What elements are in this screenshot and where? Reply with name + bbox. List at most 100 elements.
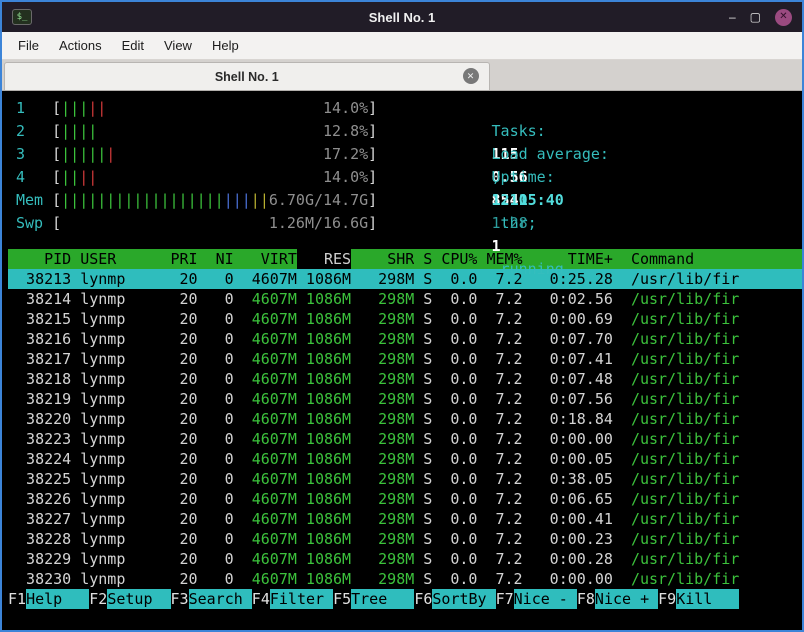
cell-virt: 4607M xyxy=(251,490,297,508)
cell-pid: 38226 xyxy=(26,490,72,508)
fn-f3-button[interactable]: F3 Search xyxy=(171,589,252,609)
table-row[interactable]: 38218 lynmp 20 0 4607M 1086M 298M S 0.0 7.2 0:07.4… xyxy=(8,369,802,389)
menu-item-edit[interactable]: Edit xyxy=(112,34,154,57)
fn-f2-button[interactable]: F2 Setup xyxy=(89,589,171,609)
maximize-button[interactable]: ▢ xyxy=(750,9,761,25)
table-row[interactable]: 38215 lynmp 20 0 4607M 1086M 298M S 0.0 7.2 0:00.6… xyxy=(8,309,802,329)
cell-virt: 4607M xyxy=(251,370,297,388)
cell-user: lynmp xyxy=(80,350,126,368)
cell-pri: 20 xyxy=(179,350,198,368)
tab-shell[interactable]: Shell No. 1 ✕ xyxy=(4,62,490,90)
meter-open-bracket: [ xyxy=(52,191,62,209)
column-header-pid[interactable]: PID xyxy=(8,249,71,269)
tasks-line: Tasks: 115 , 854 thr; 1 running xyxy=(401,97,618,278)
cell-s: S xyxy=(423,350,433,368)
fn-f6-button[interactable]: F6 SortBy xyxy=(414,589,496,609)
cell-shr: 298M xyxy=(378,310,415,328)
column-header-shr[interactable]: SHR xyxy=(351,249,414,269)
cell-res: 1086M xyxy=(305,330,352,348)
cell-virt: 4607M xyxy=(251,310,297,328)
cell-ni: 0 xyxy=(224,370,234,388)
menu-item-file[interactable]: File xyxy=(8,34,49,57)
cell-ni: 0 xyxy=(224,350,234,368)
meter-open-bracket: [ xyxy=(52,145,62,163)
menu-item-help[interactable]: Help xyxy=(202,34,249,57)
table-row[interactable]: 38213 lynmp 20 0 4607M 1086M 298M S 0.0 7.2 0:25.2… xyxy=(8,269,802,289)
cell-shr: 298M xyxy=(378,530,415,548)
cell-ni: 0 xyxy=(224,310,234,328)
column-header-virt[interactable]: VIRT xyxy=(234,249,297,269)
meter-bar-segment: | xyxy=(160,191,170,209)
table-row[interactable]: 38230 lynmp 20 0 4607M 1086M 298M S 0.0 7.2 0:00.0… xyxy=(8,569,802,589)
cell-cmd: /usr/lib/fir xyxy=(630,490,740,508)
cell-time: 0:06.65 xyxy=(549,490,613,508)
cell-pid: 38228 xyxy=(26,530,72,548)
cell-time: 0:07.41 xyxy=(549,350,613,368)
cell-virt: 4607M xyxy=(251,410,297,428)
cell-cpu: 0.0 xyxy=(450,270,478,288)
column-header-res[interactable]: RES xyxy=(296,249,352,269)
cell-cmd: /usr/lib/fir xyxy=(630,450,740,468)
fn-key-number: F7 xyxy=(495,590,514,608)
tab-close-icon[interactable]: ✕ xyxy=(462,68,479,84)
cell-virt: 4607M xyxy=(251,450,297,468)
table-row[interactable]: 38229 lynmp 20 0 4607M 1086M 298M S 0.0 7.2 0:00.2… xyxy=(8,549,802,569)
column-header-cmd[interactable]: Command xyxy=(631,249,802,269)
cell-time: 0:00.23 xyxy=(549,530,613,548)
table-row[interactable]: 38228 lynmp 20 0 4607M 1086M 298M S 0.0 7.2 0:00.2… xyxy=(8,529,802,549)
cell-mem: 7.2 xyxy=(495,450,523,468)
cell-cmd: /usr/lib/fir xyxy=(630,410,740,428)
table-row[interactable]: 38216 lynmp 20 0 4607M 1086M 298M S 0.0 7.2 0:07.7… xyxy=(8,329,802,349)
tabbar: Shell No. 1 ✕ xyxy=(2,60,802,91)
cell-cmd: /usr/lib/fir xyxy=(630,530,740,548)
meter-bar-segment: | xyxy=(79,191,89,209)
meter-bar-segment: | xyxy=(97,99,107,117)
meter-bar-segment: | xyxy=(223,191,233,209)
cell-shr: 298M xyxy=(378,430,415,448)
fn-f9-button[interactable]: F9 Kill xyxy=(658,589,740,609)
cell-time: 0:07.48 xyxy=(549,370,613,388)
meter-close-bracket: ] xyxy=(368,122,378,140)
table-row[interactable]: 38224 lynmp 20 0 4607M 1086M 298M S 0.0 7.2 0:00.0… xyxy=(8,449,802,469)
cell-time: 0:00.69 xyxy=(549,310,613,328)
terminal-screen[interactable]: 1[||||| 14.0%] 2[|||| 12.8%] 3[|||||| 17.2%] 4… xyxy=(2,91,802,630)
table-row[interactable]: 38220 lynmp 20 0 4607M 1086M 298M S 0.0 7.2 0:18.8… xyxy=(8,409,802,429)
column-header-user[interactable]: USER xyxy=(80,249,161,269)
table-row[interactable]: 38227 lynmp 20 0 4607M 1086M 298M S 0.0 7.2 0:00.4… xyxy=(8,509,802,529)
titlebar[interactable]: $_ Shell No. 1 – ▢ ✕ xyxy=(2,2,802,32)
column-header-mem[interactable]: MEM% xyxy=(477,249,522,269)
column-header-time[interactable]: TIME+ xyxy=(523,249,613,269)
cell-time: 0:07.56 xyxy=(549,390,613,408)
table-row[interactable]: 38223 lynmp 20 0 4607M 1086M 298M S 0.0 7.2 0:00.0… xyxy=(8,429,802,449)
menu-item-view[interactable]: View xyxy=(154,34,202,57)
table-row[interactable]: 38226 lynmp 20 0 4607M 1086M 298M S 0.0 7.2 0:06.6… xyxy=(8,489,802,509)
cell-mem: 7.2 xyxy=(495,430,523,448)
cell-ni: 0 xyxy=(224,290,234,308)
meter-bar-segment: | xyxy=(79,168,89,186)
fn-f1-button[interactable]: F1 Help xyxy=(8,589,90,609)
table-row[interactable]: 38214 lynmp 20 0 4607M 1086M 298M S 0.0 7.2 0:02.5… xyxy=(8,289,802,309)
table-row[interactable]: 38217 lynmp 20 0 4607M 1086M 298M S 0.0 7.2 0:07.4… xyxy=(8,349,802,369)
column-header-cpu[interactable]: CPU% xyxy=(432,249,477,269)
column-header-ni[interactable]: NI xyxy=(198,249,234,269)
close-button[interactable]: ✕ xyxy=(775,8,792,26)
cell-virt: 4607M xyxy=(251,290,297,308)
table-row[interactable]: 38225 lynmp 20 0 4607M 1086M 298M S 0.0 7.2 0:38.0… xyxy=(8,469,802,489)
cell-user: lynmp xyxy=(80,410,126,428)
cell-cmd: /usr/lib/fir xyxy=(630,310,740,328)
cell-s: S xyxy=(423,290,433,308)
fn-f5-button[interactable]: F5 Tree xyxy=(333,589,415,609)
meter-open-bracket: [ xyxy=(52,99,62,117)
meter-value-text: 14.0% xyxy=(323,168,369,186)
column-header-s[interactable]: S xyxy=(423,249,432,269)
fn-f8-button[interactable]: F8 Nice + xyxy=(577,589,659,609)
cell-pid: 38220 xyxy=(26,410,72,428)
meter-bar-segment: | xyxy=(169,191,179,209)
fn-f4-button[interactable]: F4 Filter xyxy=(252,589,334,609)
table-row[interactable]: 38219 lynmp 20 0 4607M 1086M 298M S 0.0 7.2 0:07.5… xyxy=(8,389,802,409)
fn-f7-button[interactable]: F7 Nice - xyxy=(496,589,577,609)
meter-close-bracket: ] xyxy=(368,99,378,117)
minimize-button[interactable]: – xyxy=(729,9,736,25)
column-header-pri[interactable]: PRI xyxy=(161,249,198,269)
menu-item-actions[interactable]: Actions xyxy=(49,34,112,57)
